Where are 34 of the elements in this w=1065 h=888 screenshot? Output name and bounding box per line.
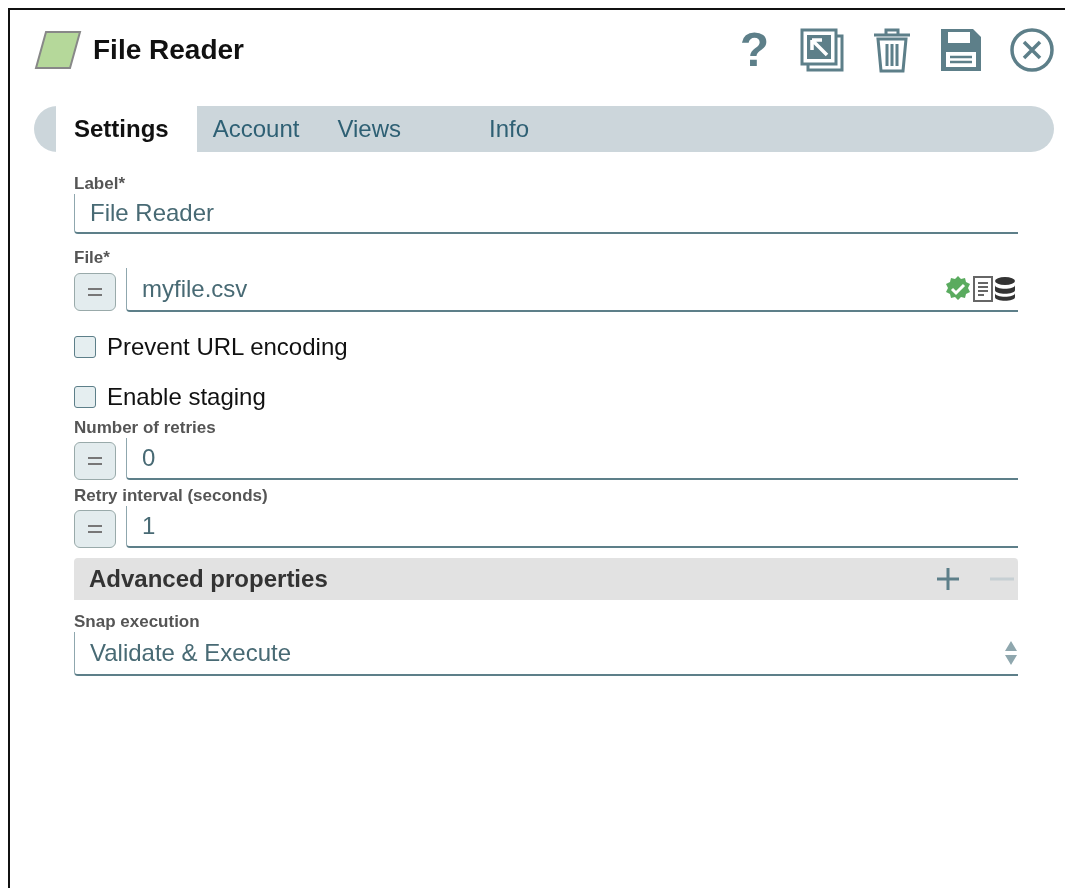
verified-icon (944, 275, 972, 303)
document-icon[interactable] (972, 275, 994, 303)
input-field[interactable]: File Reader (74, 194, 1018, 234)
checkbox[interactable] (74, 336, 96, 358)
tab[interactable]: Account (196, 106, 322, 152)
input-field[interactable]: 0 (126, 438, 1018, 480)
field-label: Label* (74, 174, 126, 194)
tab[interactable]: Settings (56, 106, 197, 152)
section-title: Advanced properties (89, 565, 329, 593)
checkbox-label: Prevent URL encoding (107, 333, 348, 361)
select-field[interactable]: Validate & Execute (74, 632, 1018, 676)
expression-toggle[interactable] (74, 442, 116, 480)
expression-toggle[interactable] (74, 510, 116, 548)
field-label: File* (74, 248, 110, 268)
checkbox-label: Enable staging (107, 383, 266, 411)
checkbox[interactable] (74, 386, 96, 408)
tab[interactable]: Info (473, 106, 552, 152)
input-field[interactable]: 1 (126, 506, 1018, 548)
window-title: File Reader (93, 34, 245, 66)
field-label: Number of retries (74, 418, 216, 438)
trash-icon[interactable] (871, 27, 913, 73)
field-label: Snap execution (74, 612, 200, 632)
field-label: Retry interval (seconds) (74, 486, 268, 506)
database-icon[interactable] (994, 276, 1016, 302)
help-button[interactable]: ? (739, 26, 769, 74)
save-icon[interactable] (939, 27, 983, 73)
expression-toggle[interactable] (74, 273, 116, 311)
input-field[interactable]: myfile.csv (126, 268, 1018, 312)
up-down-icon[interactable] (1004, 640, 1018, 666)
expand-icon[interactable] (936, 567, 960, 591)
tab[interactable]: Views (321, 106, 423, 152)
parallelogram-icon (34, 30, 82, 70)
export-icon[interactable] (799, 27, 845, 73)
close-icon[interactable] (1009, 27, 1055, 73)
